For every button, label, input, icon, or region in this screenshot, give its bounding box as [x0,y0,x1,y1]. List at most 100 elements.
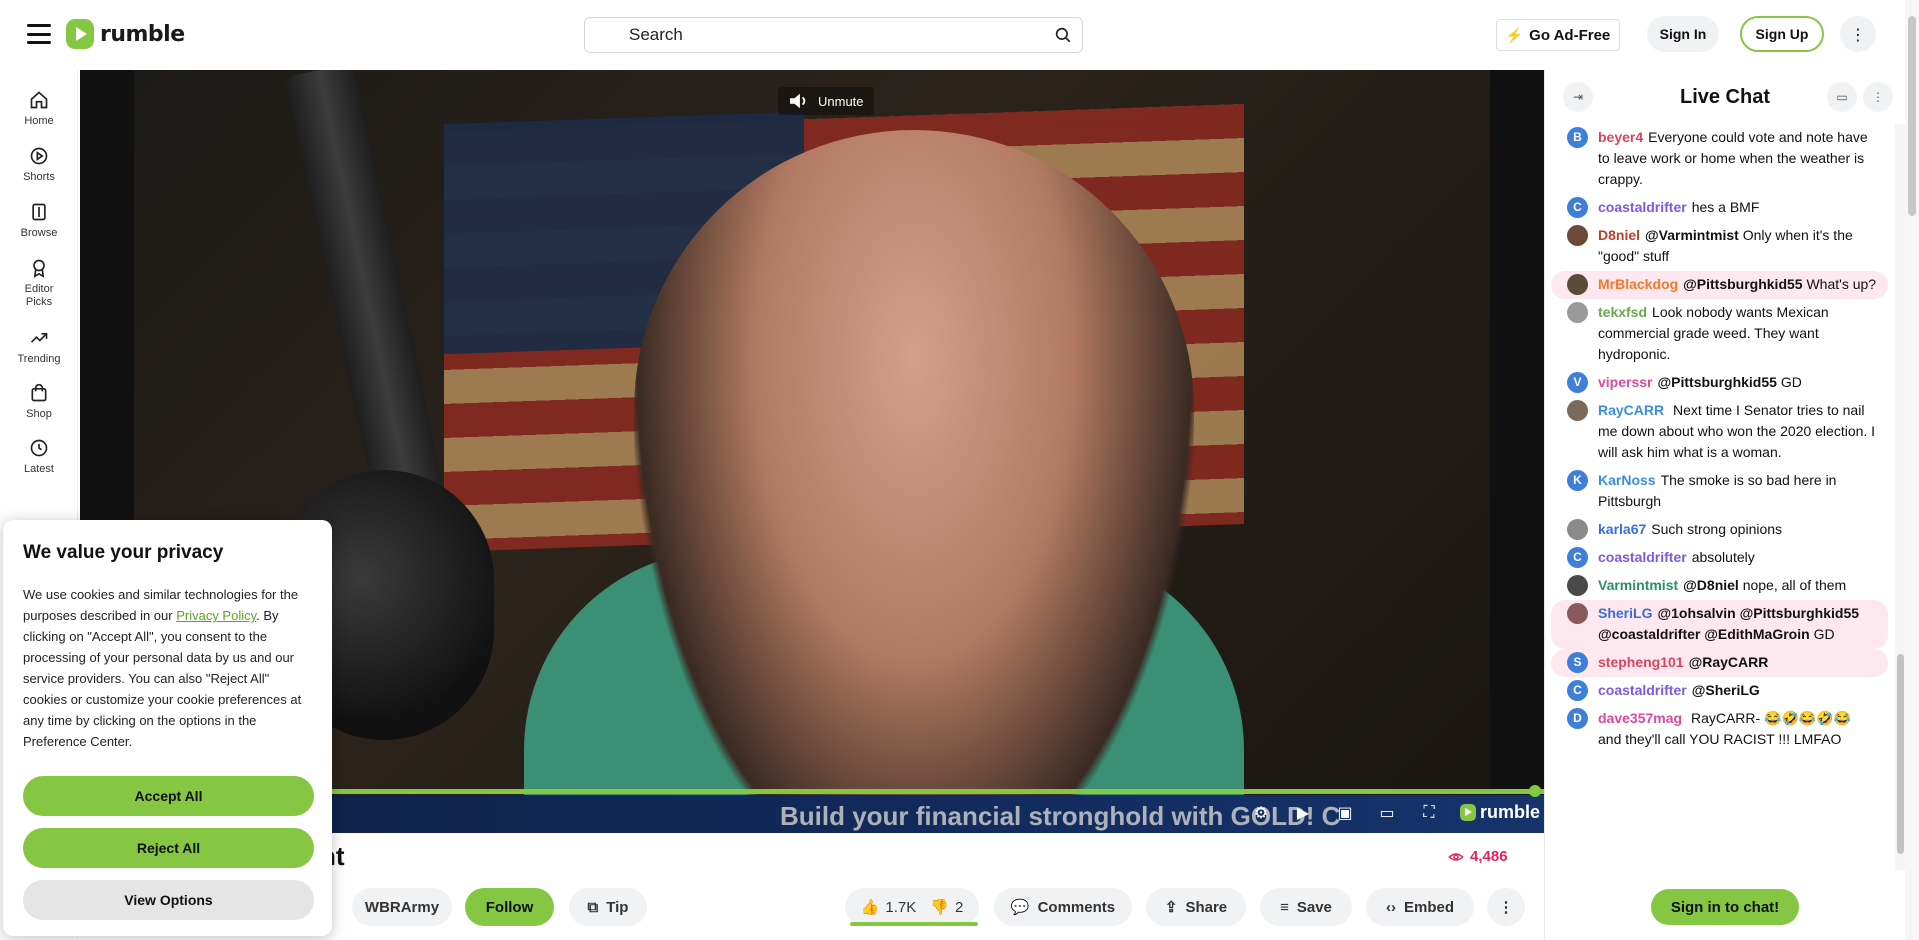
chat-message-body: beyer4 Everyone could vote and note have … [1598,127,1878,190]
chat-username[interactable]: coastaldrifter [1598,199,1687,215]
accept-all-button[interactable]: Accept All [23,776,314,816]
like-button[interactable]: 👍 1.7K [861,898,917,917]
chat-mention[interactable]: @SheriLG [1692,682,1760,698]
go-ad-free-label: Go Ad-Free [1529,26,1611,44]
play-icon[interactable]: ▶ [1292,801,1314,823]
chat-username[interactable]: karla67 [1598,521,1646,537]
embed-button[interactable]: ‹› Embed [1366,888,1474,926]
sidebar-item-shorts[interactable]: Shorts [0,146,78,184]
fullscreen-icon[interactable]: ⛶ [1418,801,1440,823]
chat-message-body: viperssr @Pittsburghkid55 GD [1598,372,1878,393]
avatar[interactable]: K [1567,470,1588,491]
chat-text: GD [1780,374,1802,390]
avatar[interactable]: V [1567,372,1588,393]
eye-icon [1448,852,1464,861]
avatar[interactable] [1567,575,1588,596]
chat-username[interactable]: KarNoss [1598,472,1656,488]
unmute-button[interactable]: Unmute [778,87,874,115]
chat-username[interactable]: tekxfsd [1598,304,1647,320]
bolt-icon: ⚡ [1505,26,1524,43]
avatar[interactable]: C [1567,680,1588,701]
sidebar-item-shop[interactable]: Shop [0,383,78,421]
avatar[interactable]: B [1567,127,1588,148]
menu-icon[interactable] [27,24,51,44]
chat-text: absolutely [1691,549,1755,565]
sidebar-item-label: Editor Picks [24,283,54,308]
chat-username[interactable]: coastaldrifter [1598,549,1687,565]
sidebar-item-editor-picks[interactable]: Editor Picks [0,258,78,309]
chat-mention[interactable]: @D8niel [1683,577,1739,593]
go-ad-free-button[interactable]: ⚡ Go Ad-Free [1496,19,1620,51]
chat-username[interactable]: RayCARR [1598,402,1664,418]
page-scroll-thumb[interactable] [1908,16,1916,216]
chat-username[interactable]: viperssr [1598,374,1652,390]
dislike-button[interactable]: 👎 2 [930,898,963,917]
avatar[interactable] [1567,225,1588,246]
channel-button[interactable]: WBRArmy [352,888,452,926]
chat-mention[interactable]: @Pittsburghkid55 [1657,374,1776,390]
chat-username[interactable]: dave357mag [1598,710,1682,726]
rumble-logo[interactable]: rumble [66,19,185,49]
sidebar-item-browse[interactable]: Browse [0,202,78,240]
sidebar-item-home[interactable]: Home [0,90,78,128]
privacy-policy-link[interactable]: Privacy Policy [176,608,256,623]
player-rumble-logo[interactable]: rumble [1460,802,1540,823]
sidebar-item-latest[interactable]: Latest [0,438,78,476]
avatar[interactable] [1567,302,1588,323]
chat-scroll-thumb[interactable] [1897,654,1904,854]
search-icon[interactable] [1054,26,1072,44]
follow-button[interactable]: Follow [465,888,554,926]
chat-header: ⇥ Live Chat ▭ ⋮ [1545,70,1905,124]
theater-icon[interactable]: ▭ [1376,801,1398,823]
player-controls: ⚙ ▶ ▣ ▭ ⛶ rumble [1250,801,1540,823]
chat-username[interactable]: Varmintmist [1598,577,1678,593]
chat-message: Ccoastaldrifter @SheriLG [1551,677,1888,705]
avatar[interactable] [1567,274,1588,295]
chat-mention[interactable]: @RayCARR [1689,654,1769,670]
chat-username[interactable]: SheriLG [1598,605,1652,621]
chat-message-body: SheriLG @1ohsalvin @Pittsburghkid55 @coas… [1598,603,1878,645]
sidebar-item-trending[interactable]: Trending [0,328,78,366]
chat-message: MrBlackdog @Pittsburghkid55 What's up? [1551,271,1888,299]
collapse-chat-icon[interactable]: ⇥ [1563,82,1593,112]
thumbs-down-icon: 👎 [930,899,949,916]
avatar[interactable] [1567,519,1588,540]
tip-label: Tip [606,898,629,916]
view-options-button[interactable]: View Options [23,880,314,920]
avatar[interactable] [1567,603,1588,624]
sign-in-button[interactable]: Sign In [1647,16,1719,52]
chat-sign-in-button[interactable]: Sign in to chat! [1651,889,1799,925]
sidebar-item-label: Trending [17,353,61,365]
chat-username[interactable]: coastaldrifter [1598,682,1687,698]
reject-all-button[interactable]: Reject All [23,828,314,868]
comment-icon: 💬 [1010,899,1030,916]
progress-handle[interactable] [1529,785,1541,797]
pip-icon[interactable]: ▣ [1334,801,1356,823]
chat-mention[interactable]: @Varmintmist [1645,227,1739,243]
more-options-icon[interactable]: ⋮ [1840,16,1876,52]
chat-mention[interactable]: @Pittsburghkid55 [1683,276,1802,292]
chat-message: Ddave357mag RayCARR- 😂🤣😂🤣😂 and they'll c… [1551,705,1888,754]
chat-username[interactable]: stepheng101 [1598,654,1684,670]
video-more-icon[interactable]: ⋮ [1487,888,1525,926]
popout-chat-icon[interactable]: ▭ [1827,82,1857,112]
chat-username[interactable]: beyer4 [1598,129,1643,145]
chat-messages[interactable]: Bbeyer4 Everyone could vote and note have… [1545,124,1894,870]
chat-more-icon[interactable]: ⋮ [1863,82,1893,112]
page-scrollbar[interactable] [1905,0,1919,940]
avatar[interactable]: D [1567,708,1588,729]
avatar[interactable]: C [1567,197,1588,218]
search-input[interactable]: Search [584,17,1083,53]
chat-username[interactable]: MrBlackdog [1598,276,1678,292]
save-button[interactable]: ≡ Save [1260,888,1352,926]
sign-up-button[interactable]: Sign Up [1740,16,1824,52]
comments-button[interactable]: 💬 Comments [994,888,1132,926]
avatar[interactable]: C [1567,547,1588,568]
chat-message: Vviperssr @Pittsburghkid55 GD [1551,369,1888,397]
avatar[interactable]: S [1567,652,1588,673]
avatar[interactable] [1567,400,1588,421]
share-button[interactable]: ⇪ Share [1146,888,1246,926]
tip-button[interactable]: ⧉ Tip [569,888,647,926]
settings-icon[interactable]: ⚙ [1250,801,1272,823]
chat-username[interactable]: D8niel [1598,227,1640,243]
